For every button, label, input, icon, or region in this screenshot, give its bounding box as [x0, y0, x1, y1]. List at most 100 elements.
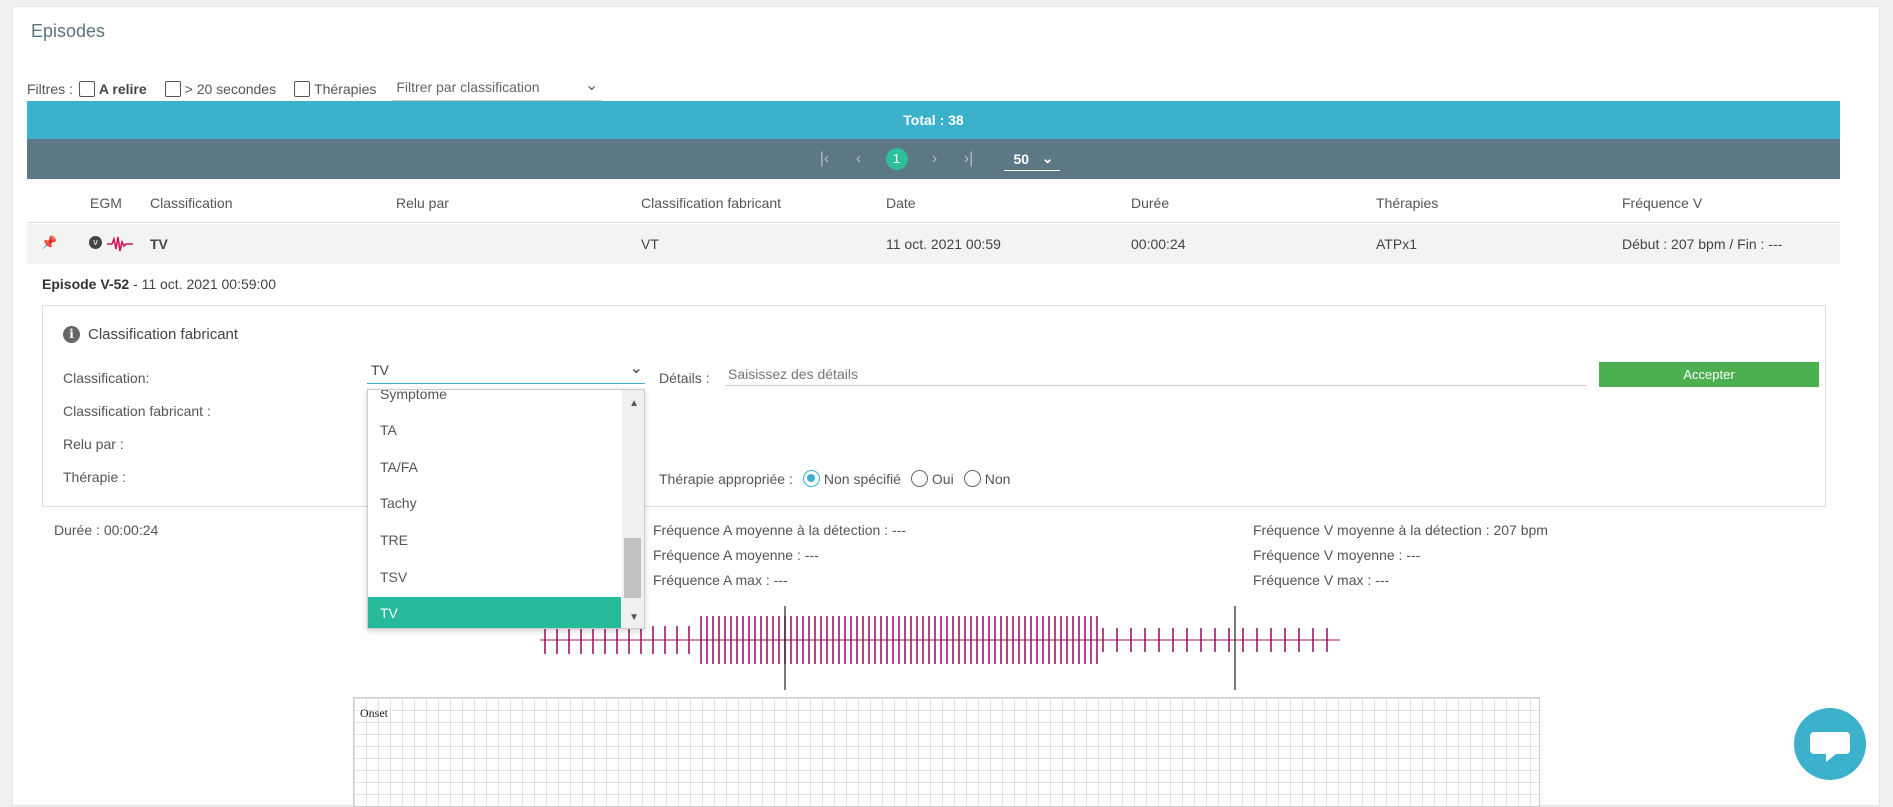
- total-bar: Total : 38: [27, 101, 1840, 139]
- classification-value: TV: [371, 362, 389, 378]
- first-page-icon[interactable]: |‹: [813, 150, 837, 168]
- classification-panel: i Classification fabricant Classificatio…: [42, 305, 1826, 507]
- freq-a-moy-value: ---: [804, 547, 819, 563]
- radio-oui-control[interactable]: [910, 470, 928, 487]
- dropdown-option-symptome[interactable]: Symptome: [368, 390, 621, 411]
- classification-fabricant-label: Classification fabricant :: [63, 403, 211, 419]
- last-page-icon[interactable]: ›|: [957, 150, 981, 168]
- row-date: 11 oct. 2021 00:59: [886, 236, 1001, 252]
- col-egm[interactable]: EGM: [90, 195, 122, 211]
- freq-a-moy-label: Fréquence A moyenne :: [653, 547, 801, 563]
- freq-a-detect-value: ---: [891, 522, 906, 538]
- row-duree: 00:00:24: [1131, 236, 1186, 252]
- freq-v-moy-value: ---: [1406, 547, 1421, 563]
- duree-label: Durée :: [54, 522, 100, 538]
- freq-v-detect-stat: Fréquence V moyenne à la détection : 207…: [1253, 522, 1548, 538]
- row-classification-fabricant: VT: [641, 236, 659, 252]
- scrollbar-thumb[interactable]: [624, 538, 641, 598]
- classification-select[interactable]: TV ⌄: [367, 360, 645, 384]
- freq-v-moy-stat: Fréquence V moyenne : ---: [1253, 547, 1420, 563]
- radio-non-label: Non: [984, 470, 1011, 487]
- classification-filter-placeholder: Filtrer par classification: [396, 79, 540, 95]
- dropdown-scrollbar[interactable]: ▲ ▼: [622, 390, 644, 628]
- egm-trace-lines: [540, 616, 1340, 664]
- filters-bar: Filtres : A relire > 20 secondes Thérapi…: [27, 77, 603, 101]
- freq-a-detect-label: Fréquence A moyenne à la détection :: [653, 522, 889, 538]
- therapie-appropriee-label: Thérapie appropriée :: [659, 470, 793, 487]
- duree-stat: Durée : 00:00:24: [54, 522, 158, 538]
- pager-bar: |‹ ‹ 1 › ›| 50 ⌄: [27, 139, 1840, 179]
- duree-value: 00:00:24: [103, 522, 159, 538]
- freq-v-max-value: ---: [1375, 572, 1390, 588]
- row-classification: TV: [150, 236, 168, 252]
- chat-button[interactable]: [1794, 708, 1866, 780]
- classification-label: Classification:: [63, 370, 150, 386]
- freq-v-detect-value: 207 bpm: [1493, 522, 1548, 538]
- freq-v-detect-label: Fréquence V moyenne à la détection :: [1253, 522, 1490, 538]
- dropdown-option-tre[interactable]: TRE: [368, 524, 621, 557]
- pin-icon[interactable]: 📌: [41, 235, 57, 251]
- dropdown-option-ta-fa[interactable]: TA/FA: [368, 451, 621, 484]
- filter-gt20-checkbox[interactable]: [164, 81, 181, 97]
- radio-non-specifie-control[interactable]: [802, 470, 820, 487]
- freq-a-max-label: Fréquence A max :: [653, 572, 770, 588]
- radio-non-control[interactable]: [963, 470, 981, 487]
- freq-a-max-stat: Fréquence A max : ---: [653, 572, 788, 588]
- col-therapies[interactable]: Thérapies: [1376, 195, 1438, 211]
- filter-a-relire[interactable]: A relire: [78, 81, 147, 97]
- radio-non-specifie-label: Non spécifié: [823, 470, 901, 487]
- episode-datetime: - 11 oct. 2021 00:59:00: [129, 276, 277, 292]
- chevron-circle-down-icon[interactable]: v: [89, 236, 102, 249]
- table-row[interactable]: 📌 v TV VT 11 oct. 2021 00:59 00:00:24 AT…: [27, 224, 1840, 264]
- episode-id: Episode V-52: [42, 276, 130, 292]
- therapie-label: Thérapie :: [63, 469, 127, 485]
- dropdown-option-ta[interactable]: TA: [368, 414, 621, 447]
- filters-label: Filtres :: [27, 81, 73, 97]
- scroll-down-icon[interactable]: ▼: [629, 612, 639, 623]
- episode-title: Episode V-52 - 11 oct. 2021 00:59:00: [42, 276, 276, 292]
- radio-oui-label: Oui: [931, 470, 954, 487]
- classification-dropdown[interactable]: Symptome TA TA/FA Tachy TRE TSV TV ▲ ▼: [367, 389, 645, 629]
- page-size-value: 50: [1013, 151, 1030, 167]
- row-frequence-v: Début : 207 bpm / Fin : ---: [1622, 236, 1783, 252]
- classification-filter-select[interactable]: Filtrer par classification ⌄: [392, 77, 603, 101]
- radio-non[interactable]: Non: [963, 470, 1011, 487]
- scroll-up-icon[interactable]: ▲: [629, 398, 639, 409]
- page-size-select[interactable]: 50 ⌄: [1003, 147, 1060, 171]
- filter-therapies-label: Thérapies: [314, 81, 377, 97]
- accept-button[interactable]: Accepter: [1599, 362, 1819, 387]
- col-classification-fabricant[interactable]: Classification fabricant: [641, 195, 781, 211]
- freq-v-max-label: Fréquence V max :: [1253, 572, 1372, 588]
- ecg-wave-icon[interactable]: [107, 236, 133, 252]
- freq-v-max-stat: Fréquence V max : ---: [1253, 572, 1389, 588]
- filter-therapies-checkbox[interactable]: [294, 81, 311, 97]
- therapie-appropriee-group: Thérapie appropriée : Non spécifié Oui N…: [659, 470, 1010, 487]
- filter-therapies[interactable]: Thérapies: [294, 81, 376, 97]
- current-page[interactable]: 1: [885, 148, 908, 170]
- onset-label: Onset: [360, 706, 388, 720]
- info-icon: i: [63, 326, 80, 343]
- egm-overview-trace[interactable]: [540, 600, 1350, 690]
- col-date[interactable]: Date: [886, 195, 916, 211]
- details-input[interactable]: [726, 362, 1586, 386]
- prev-page-icon[interactable]: ‹: [847, 150, 871, 168]
- next-page-icon[interactable]: ›: [923, 150, 947, 168]
- dropdown-option-tsv[interactable]: TSV: [368, 561, 621, 594]
- filter-a-relire-checkbox[interactable]: [78, 81, 95, 97]
- filter-gt20[interactable]: > 20 secondes: [164, 81, 276, 97]
- dropdown-option-tachy[interactable]: Tachy: [368, 487, 621, 520]
- col-frequence-v[interactable]: Fréquence V: [1622, 195, 1702, 211]
- freq-a-detect-stat: Fréquence A moyenne à la détection : ---: [653, 522, 906, 538]
- filter-a-relire-label: A relire: [98, 81, 147, 97]
- freq-a-moy-stat: Fréquence A moyenne : ---: [653, 547, 819, 563]
- radio-oui[interactable]: Oui: [910, 470, 954, 487]
- col-classification[interactable]: Classification: [150, 195, 232, 211]
- radio-non-specifie[interactable]: Non spécifié: [802, 470, 901, 487]
- panel-header: i Classification fabricant: [63, 326, 238, 343]
- dropdown-option-tv[interactable]: TV: [368, 597, 621, 628]
- col-relu-par[interactable]: Relu par: [396, 195, 449, 211]
- chevron-down-icon: ⌄: [629, 360, 643, 377]
- chat-icon: [1810, 732, 1850, 762]
- col-duree[interactable]: Durée: [1131, 195, 1169, 211]
- egm-strip[interactable]: Onset: [353, 697, 1540, 807]
